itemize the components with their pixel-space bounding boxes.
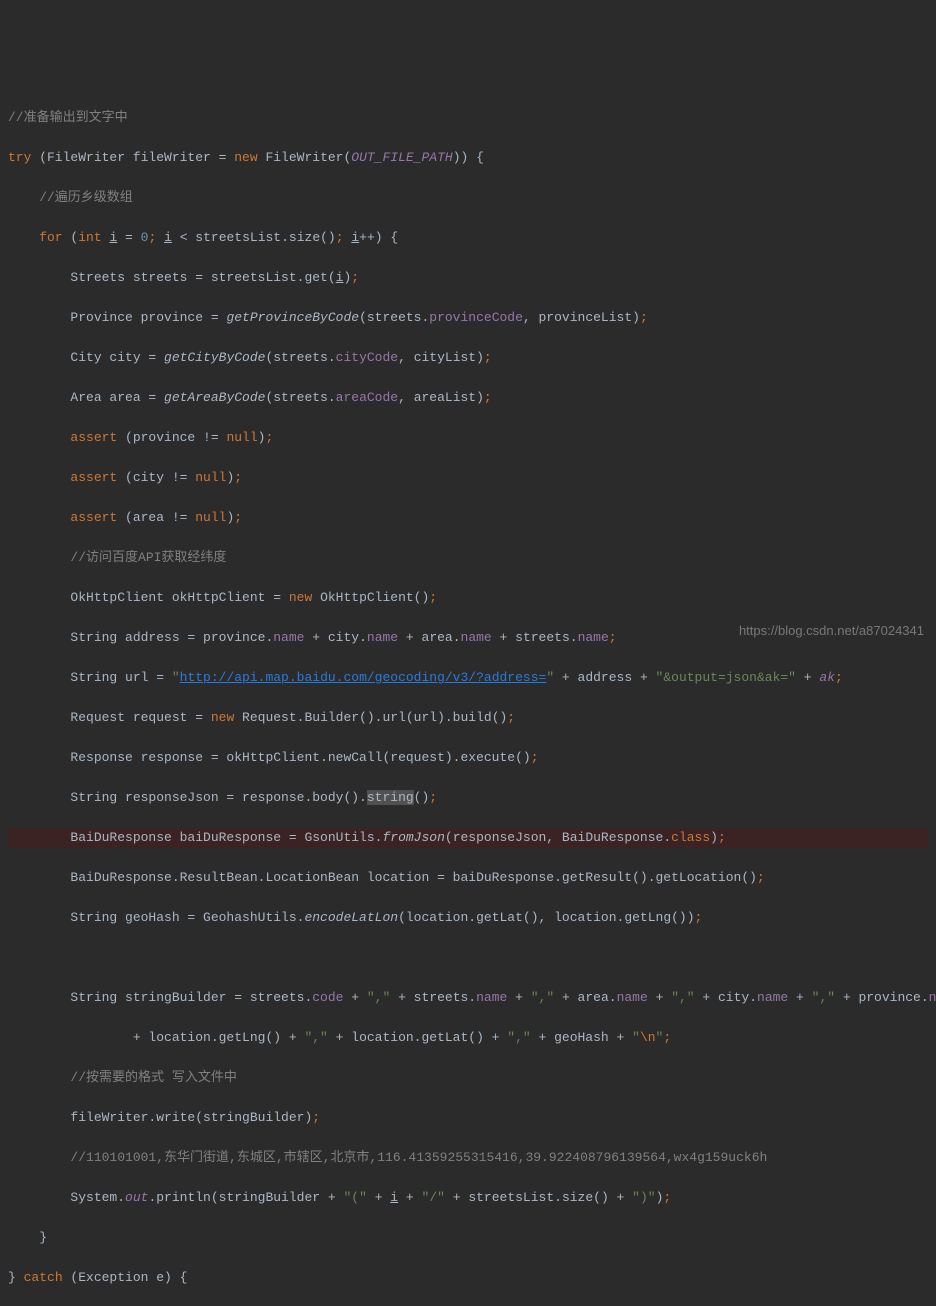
code-line: Area area = getAreaByCode(streets.areaCo… bbox=[8, 388, 928, 408]
code-line: fileWriter.write(stringBuilder); bbox=[8, 1108, 928, 1128]
code-line: //访问百度API获取经纬度 bbox=[8, 548, 928, 568]
code-line: + location.getLng() + "," + location.get… bbox=[8, 1028, 928, 1048]
code-line: //110101001,东华门街道,东城区,市辖区,北京市,116.413592… bbox=[8, 1148, 928, 1168]
code-line: assert (area != null); bbox=[8, 508, 928, 528]
code-line: City city = getCityByCode(streets.cityCo… bbox=[8, 348, 928, 368]
code-editor[interactable]: //准备输出到文字中 try (FileWriter fileWriter = … bbox=[8, 88, 928, 1306]
code-line bbox=[8, 948, 928, 968]
code-line: System.out.println(stringBuilder + "(" +… bbox=[8, 1188, 928, 1208]
code-line: String responseJson = response.body().st… bbox=[8, 788, 928, 808]
code-line: assert (city != null); bbox=[8, 468, 928, 488]
code-line: for (int i = 0; i < streetsList.size(); … bbox=[8, 228, 928, 248]
code-line: //遍历乡级数组 bbox=[8, 188, 928, 208]
code-line: String url = "http://api.map.baidu.com/g… bbox=[8, 668, 928, 688]
code-line: String stringBuilder = streets.code + ",… bbox=[8, 988, 928, 1008]
watermark: https://blog.csdn.net/a87024341 bbox=[739, 621, 924, 641]
code-line: Streets streets = streetsList.get(i); bbox=[8, 268, 928, 288]
code-line: OkHttpClient okHttpClient = new OkHttpCl… bbox=[8, 588, 928, 608]
code-line: try (FileWriter fileWriter = new FileWri… bbox=[8, 148, 928, 168]
code-line: } catch (Exception e) { bbox=[8, 1268, 928, 1288]
code-line: Request request = new Request.Builder().… bbox=[8, 708, 928, 728]
code-line: Province province = getProvinceByCode(st… bbox=[8, 308, 928, 328]
code-line: } bbox=[8, 1228, 928, 1248]
code-line: assert (province != null); bbox=[8, 428, 928, 448]
code-line-highlighted: BaiDuResponse baiDuResponse = GsonUtils.… bbox=[8, 828, 928, 848]
code-line: String geoHash = GeohashUtils.encodeLatL… bbox=[8, 908, 928, 928]
code-line: //准备输出到文字中 bbox=[8, 108, 928, 128]
code-line: //按需要的格式 写入文件中 bbox=[8, 1068, 928, 1088]
code-line: Response response = okHttpClient.newCall… bbox=[8, 748, 928, 768]
code-line: BaiDuResponse.ResultBean.LocationBean lo… bbox=[8, 868, 928, 888]
